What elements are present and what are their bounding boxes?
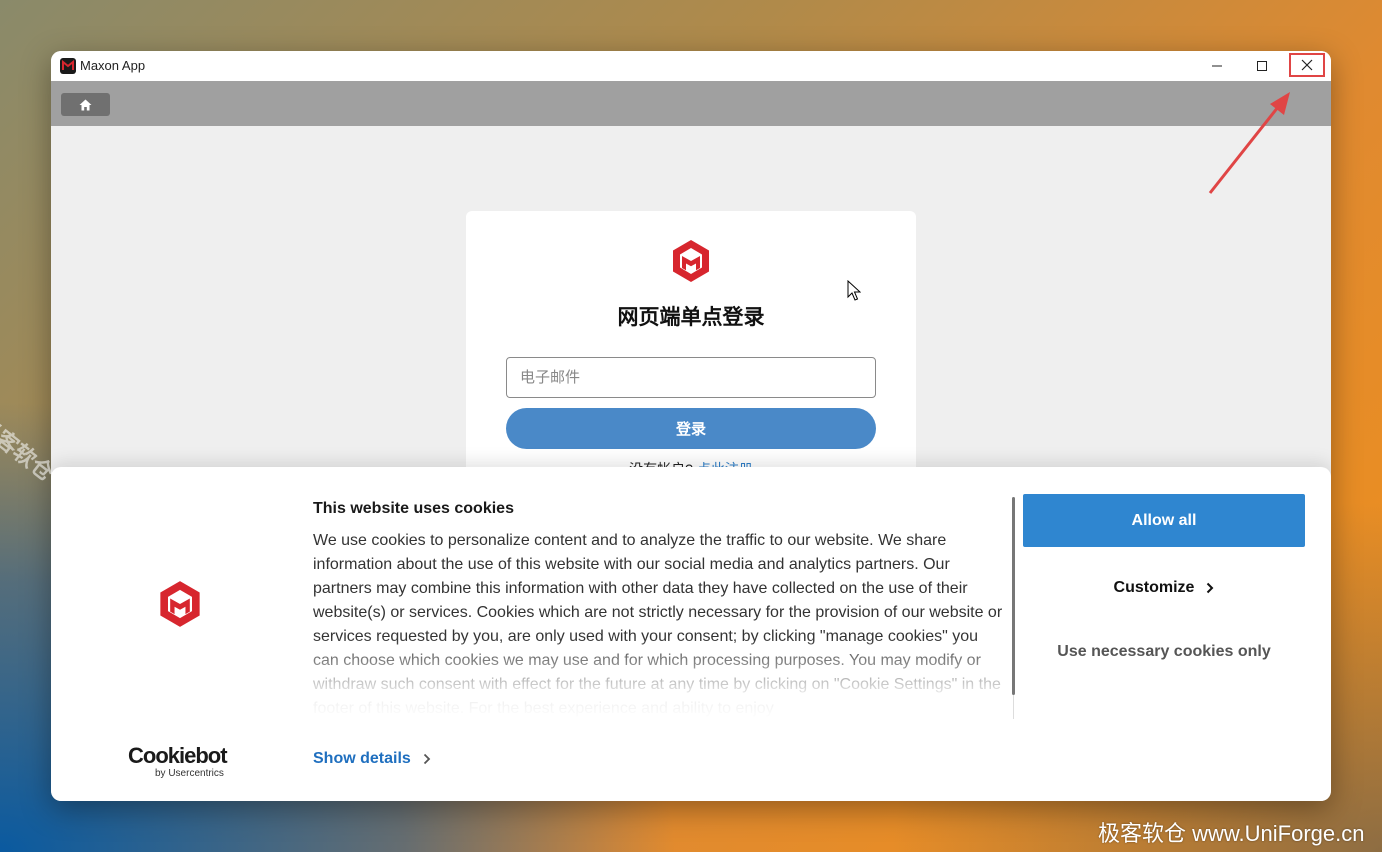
necessary-cookies-button[interactable]: Use necessary cookies only — [1023, 627, 1305, 677]
watermark: 极客软仓 www.UniForge.cn — [1098, 821, 1365, 846]
home-button[interactable] — [61, 93, 110, 116]
cookiebot-name: Cookiebot — [128, 743, 228, 768]
cookiebot-subtitle: by Usercentrics — [155, 768, 224, 779]
maximize-button[interactable] — [1239, 51, 1284, 81]
close-icon — [1301, 59, 1313, 71]
customize-label: Customize — [1113, 579, 1195, 596]
toolbar — [51, 81, 1331, 126]
login-card: 网页端单点登录 登录 没有帐户? 点此注册 — [466, 211, 916, 511]
login-button[interactable]: 登录 — [506, 408, 876, 449]
window-title: Maxon App — [80, 58, 146, 73]
chevron-right-icon — [1207, 582, 1214, 594]
email-field[interactable] — [506, 357, 876, 398]
cookiebot-logo: Cookiebot by Usercentrics — [128, 744, 238, 780]
home-icon — [79, 99, 92, 110]
annotation-arrow-icon — [1200, 88, 1295, 203]
mouse-cursor-icon — [847, 279, 862, 307]
cookie-title: This website uses cookies — [313, 500, 514, 517]
show-details-link[interactable]: Show details — [313, 750, 431, 768]
close-button[interactable] — [1289, 53, 1325, 77]
cookie-consent-banner: Cookiebot by Usercentrics This website u… — [51, 467, 1331, 801]
minimize-button[interactable] — [1194, 51, 1239, 81]
chevron-right-icon — [423, 753, 431, 765]
maxon-logo — [158, 580, 202, 633]
maxon-logo — [671, 239, 711, 288]
allow-all-button[interactable]: Allow all — [1023, 494, 1305, 547]
customize-button[interactable]: Customize — [1023, 563, 1305, 613]
title-bar[interactable]: Maxon App — [51, 51, 1331, 81]
minimize-icon — [1211, 65, 1222, 67]
maxon-app-icon — [60, 58, 76, 74]
text-fade-overlay — [313, 637, 1003, 719]
scrollbar-thumb[interactable] — [1012, 497, 1015, 695]
maximize-icon — [1256, 61, 1267, 71]
show-details-label: Show details — [313, 750, 411, 767]
app-window: Maxon App 网页端单点登录 登录 没有帐户? — [51, 51, 1331, 801]
